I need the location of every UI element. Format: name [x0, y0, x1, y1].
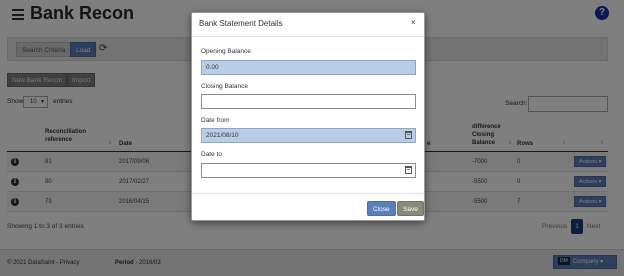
modal-header: Bank Statement Details × [192, 13, 424, 37]
save-button[interactable]: Save [397, 201, 424, 216]
modal-footer: Close Save [192, 193, 424, 221]
close-icon[interactable]: × [411, 18, 416, 27]
close-button[interactable]: Close [367, 201, 396, 216]
date-to-input[interactable] [201, 163, 416, 178]
calendar-icon[interactable] [405, 166, 412, 174]
date-from-label: Date from [201, 117, 230, 124]
date-from-value: 2021/08/10 [206, 132, 239, 139]
date-from-input[interactable]: 2021/08/10 [201, 128, 416, 143]
modal-title: Bank Statement Details [199, 19, 283, 28]
calendar-icon[interactable] [405, 131, 412, 139]
closing-balance-label: Closing Balance [201, 83, 248, 90]
closing-balance-input[interactable] [201, 94, 416, 109]
opening-balance-input[interactable]: 0.00 [201, 60, 416, 75]
date-to-label: Date to [201, 151, 222, 158]
bank-statement-modal: Bank Statement Details × Opening Balance… [191, 12, 425, 221]
opening-balance-label: Opening Balance [201, 48, 251, 55]
